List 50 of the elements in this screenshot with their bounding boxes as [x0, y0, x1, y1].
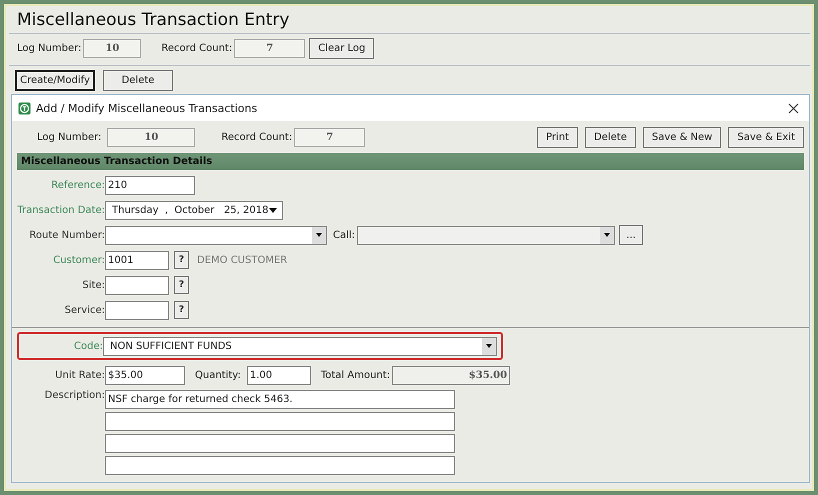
caret-icon[interactable]	[316, 233, 322, 237]
total-amount-field: $35.00	[392, 366, 510, 384]
save-exit-button[interactable]: Save & Exit	[728, 126, 804, 148]
quantity-label: Quantity:	[195, 370, 241, 380]
call-label: Call:	[333, 230, 356, 240]
code-label: Code:	[73, 340, 103, 352]
window-title: Miscellaneous Transaction Entry	[9, 6, 810, 34]
delete-button[interactable]: Delete	[103, 70, 173, 91]
unit-rate-field[interactable]: $35.00	[105, 366, 185, 384]
section-header: Miscellaneous Transaction Details	[17, 153, 804, 170]
record-count-field: 7	[234, 39, 306, 58]
customer-name: DEMO CUSTOMER	[197, 254, 288, 266]
lookup-button[interactable]: ?	[174, 276, 189, 294]
app-icon	[18, 102, 31, 114]
customer-label: Customer:	[52, 254, 105, 266]
caret-icon[interactable]	[604, 233, 610, 237]
transaction-date-picker[interactable]: Thursday , October 25, 2018	[105, 200, 283, 220]
record-count-field: 7	[294, 128, 366, 146]
site-field[interactable]	[105, 276, 169, 294]
log-number-label: Log Number:	[17, 43, 82, 54]
service-label: Service:	[64, 304, 105, 316]
log-number-label: Log Number:	[37, 132, 102, 142]
print-button[interactable]: Print	[536, 126, 578, 148]
unit-rate-label: Unit Rate:	[54, 370, 105, 380]
reference-label: Reference:	[50, 180, 105, 190]
record-count-label: Record Count:	[221, 132, 292, 142]
route-number-label: Route Number:	[28, 230, 105, 240]
transaction-date-label: Transaction Date:	[17, 204, 105, 216]
lookup-button[interactable]: ?	[174, 251, 189, 269]
save-new-button[interactable]: Save & New	[642, 126, 722, 148]
record-count-label: Record Count:	[161, 43, 232, 54]
reference-field[interactable]: 210	[105, 176, 195, 194]
customer-field[interactable]: 1001	[105, 250, 169, 270]
lookup-button[interactable]: ?	[174, 301, 189, 319]
create-modify-button[interactable]: Create/Modify	[15, 70, 95, 91]
browse-button[interactable]: ...	[619, 225, 644, 245]
caret-icon[interactable]	[269, 208, 277, 212]
clear-log-button[interactable]: Clear Log	[309, 38, 374, 59]
delete-button[interactable]: Delete	[584, 126, 636, 148]
description-label: Description:	[44, 390, 105, 401]
dialog-title: Add / Modify Miscellaneous Transactions	[36, 102, 258, 114]
site-label: Site:	[81, 280, 105, 290]
log-number-field: 10	[107, 128, 196, 146]
total-amount-label: Total Amount:	[320, 370, 390, 380]
log-number-field: 10	[83, 39, 142, 58]
code-dropdown[interactable]: NON SUFFICIENT FUNDS	[103, 336, 497, 356]
close-icon[interactable]	[788, 102, 799, 114]
caret-icon[interactable]	[486, 344, 492, 348]
quantity-field[interactable]: 1.00	[246, 366, 311, 384]
service-field[interactable]	[105, 300, 169, 320]
